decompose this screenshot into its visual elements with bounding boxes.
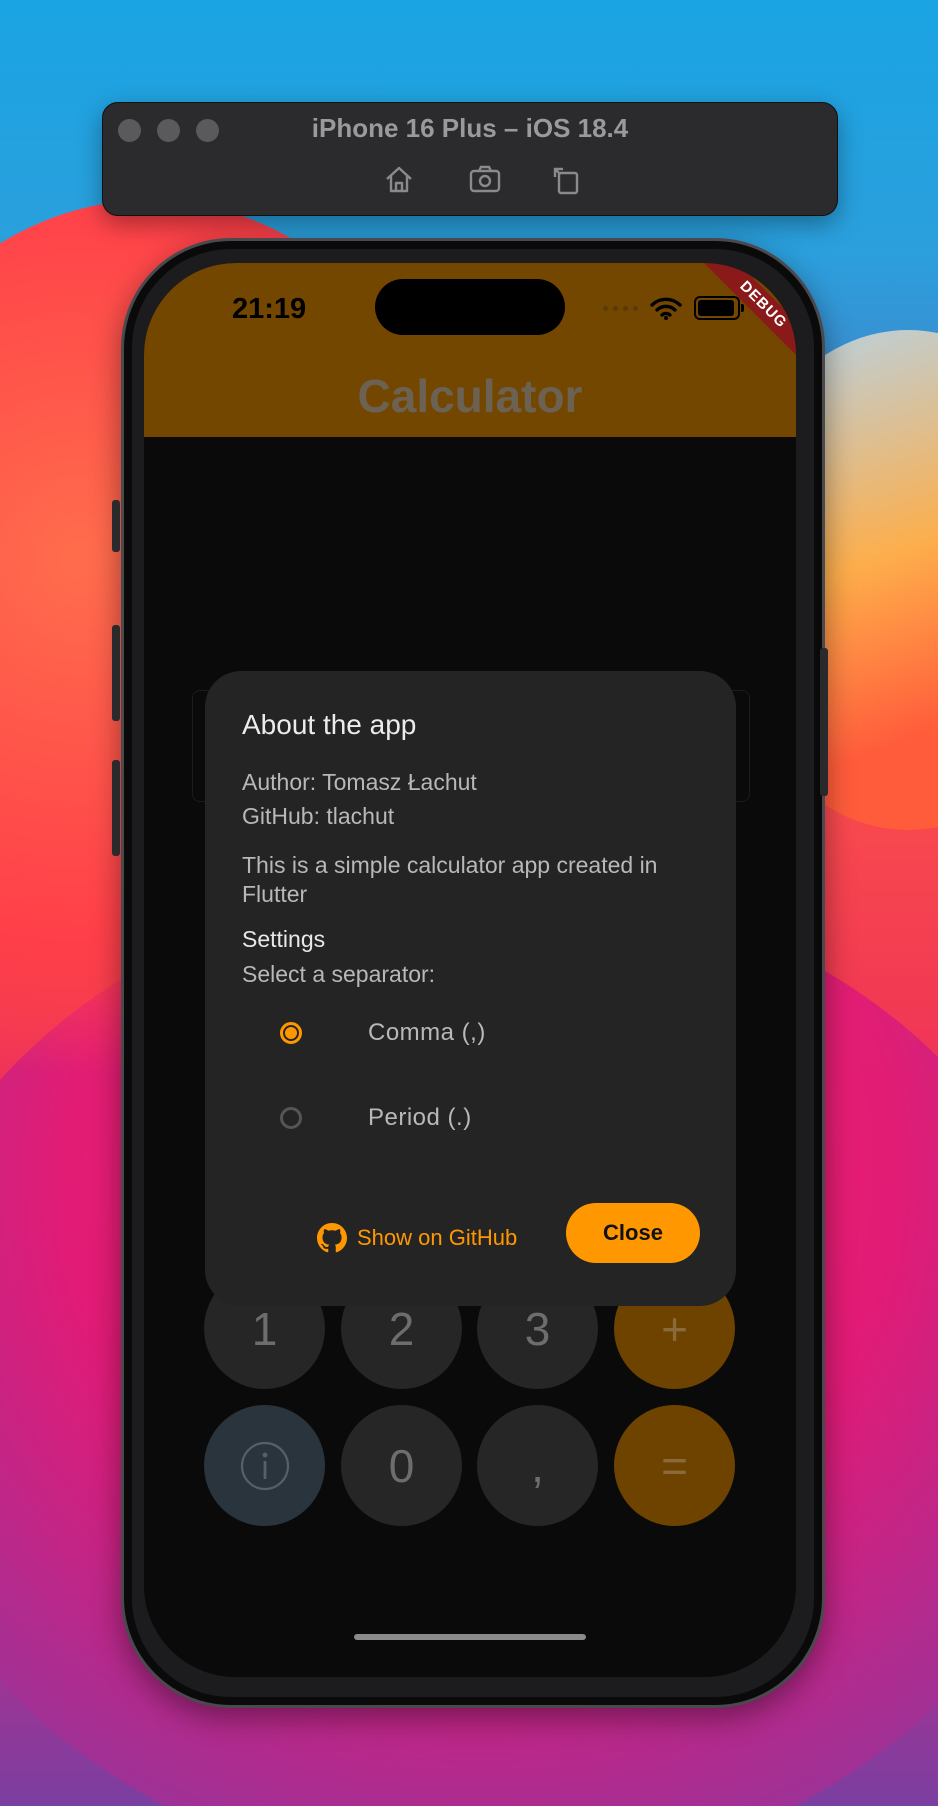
action-button[interactable] (112, 500, 120, 552)
key-equals[interactable]: = (614, 1405, 735, 1526)
simulator-window-bar: iPhone 16 Plus – iOS 18.4 (102, 102, 838, 216)
show-on-github-button[interactable]: Show on GitHub (317, 1218, 517, 1258)
separator-prompt: Select a separator: (242, 961, 436, 987)
dialog-title: About the app (242, 709, 417, 740)
option-period[interactable]: Period (.) (280, 1098, 472, 1138)
home-indicator[interactable] (354, 1634, 586, 1640)
status-time: 21:19 (232, 293, 307, 325)
radio-comma[interactable] (280, 1022, 302, 1044)
wifi-icon (650, 297, 682, 320)
option-period-label: Period (.) (368, 1104, 472, 1131)
key-0[interactable]: 0 (341, 1405, 462, 1526)
rotate-icon[interactable] (547, 161, 583, 197)
signal-icon (603, 305, 638, 311)
status-indicators (603, 293, 744, 323)
app-title: Calculator (357, 370, 583, 422)
volume-down-button[interactable] (112, 760, 120, 856)
about-dialog: About the app Author: Tomasz Łachut GitH… (205, 671, 736, 1306)
option-comma-label: Comma (,) (368, 1019, 486, 1046)
home-icon[interactable] (381, 161, 417, 197)
dynamic-island (375, 279, 565, 335)
info-button[interactable] (204, 1405, 325, 1526)
battery-icon (694, 296, 744, 320)
key-comma[interactable]: , (477, 1405, 598, 1526)
volume-up-button[interactable] (112, 625, 120, 721)
screenshot-icon[interactable] (467, 161, 503, 197)
info-icon (240, 1441, 289, 1490)
radio-period[interactable] (280, 1107, 302, 1129)
close-button[interactable]: Close (566, 1203, 700, 1263)
app-bar: 21:19 DEBUG Calculator (144, 263, 796, 437)
github-icon (317, 1223, 347, 1253)
settings-heading: Settings (242, 926, 326, 952)
show-on-github-label: Show on GitHub (357, 1225, 518, 1250)
description-text: This is a simple calculator app created … (242, 852, 658, 907)
power-button[interactable] (820, 648, 828, 796)
github-text: GitHub: tlachut (242, 803, 395, 829)
option-comma[interactable]: Comma (,) (280, 1013, 486, 1053)
simulator-title: iPhone 16 Plus – iOS 18.4 (311, 113, 629, 143)
author-text: Author: Tomasz Łachut (242, 769, 477, 795)
